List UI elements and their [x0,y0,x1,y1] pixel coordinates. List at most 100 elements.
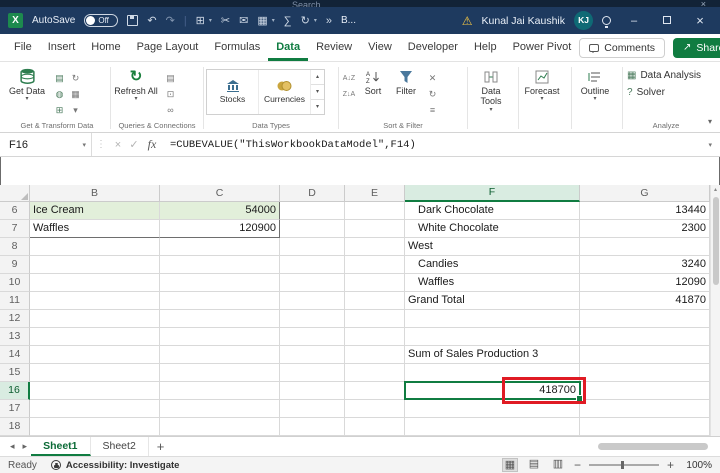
col-header-F[interactable]: F [405,185,580,202]
redo-icon[interactable]: ↷ [166,14,175,28]
dropdown-icon[interactable]: ▾ [314,17,317,24]
cell[interactable] [345,220,405,238]
save-icon[interactable] [127,15,138,26]
cell-F9[interactable]: Candies [405,256,580,274]
queries-connections-icon[interactable]: ▤ [163,71,178,86]
row-header-17[interactable]: 17 [0,400,30,418]
vertical-scroll-thumb[interactable] [713,197,719,285]
collapse-ribbon-icon[interactable]: ▾ [708,117,712,126]
row-header-18[interactable]: 18 [0,418,30,436]
tab-page-layout[interactable]: Page Layout [129,34,207,61]
tab-help[interactable]: Help [466,34,505,61]
cell[interactable] [580,364,710,382]
name-box[interactable]: F16 ▾ [0,133,92,156]
warning-icon[interactable]: ⚠ [462,14,473,28]
normal-view-icon[interactable]: ▦ [502,458,518,472]
sort-za-icon[interactable]: Z↓A [341,87,357,102]
get-data-button[interactable]: Get Data ▾ [6,67,48,103]
cell[interactable] [280,382,345,400]
zoom-slider[interactable] [589,464,659,466]
more-commands-icon[interactable]: » [326,14,332,28]
refresh-all-button[interactable]: ↻ Refresh All ▾ [113,67,159,103]
cell[interactable] [405,364,580,382]
cell[interactable] [580,346,710,364]
autosave-toggle[interactable]: Off [84,14,118,27]
cell[interactable] [30,292,160,310]
cell[interactable] [280,328,345,346]
cell-G10[interactable]: 12090 [580,274,710,292]
vertical-scrollbar[interactable]: ▴ [710,185,720,436]
sheet-nav-right-icon[interactable]: ▸ [19,437,32,456]
row-header-10[interactable]: 10 [0,274,30,292]
horizontal-scrollbar[interactable] [598,443,708,450]
cell[interactable] [345,274,405,292]
mail-icon[interactable]: ✉ [239,14,248,28]
cell-G6[interactable]: 13440 [580,202,710,220]
row-header-16[interactable]: 16 [0,382,30,400]
dropdown-icon[interactable]: ▾ [209,17,212,24]
gallery-more-icon[interactable]: ▾ [311,100,324,114]
cell-G7[interactable]: 2300 [580,220,710,238]
data-analysis-button[interactable]: ▦ Data Analysis [625,67,703,84]
cancel-icon[interactable]: × [110,139,126,151]
cell[interactable] [345,310,405,328]
tab-formulas[interactable]: Formulas [206,34,268,61]
page-break-view-icon[interactable]: ▥ [550,458,566,472]
gallery-down-icon[interactable]: ▾ [311,85,324,100]
advanced-filter-icon[interactable]: ≡ [425,103,440,118]
col-header-G[interactable]: G [580,185,710,202]
cell[interactable] [345,382,405,400]
tab-file[interactable]: File [6,34,40,61]
cell[interactable] [280,274,345,292]
cell[interactable] [345,256,405,274]
tab-home[interactable]: Home [83,34,128,61]
cell-B7[interactable]: Waffles [30,220,160,238]
clear-filter-icon[interactable]: ✕ [425,71,440,86]
cell-F6[interactable]: Dark Chocolate [405,202,580,220]
cell[interactable] [280,202,345,220]
cell-F7[interactable]: White Chocolate [405,220,580,238]
restore-button[interactable] [655,15,679,27]
cell[interactable] [160,418,280,436]
clipboard-icon[interactable]: ⊞ [196,14,205,28]
autosum-icon[interactable]: ∑ [284,14,292,28]
cell[interactable] [160,292,280,310]
cell[interactable] [580,382,710,400]
from-text-csv-icon[interactable]: ▤ [52,71,67,86]
stocks-button[interactable]: Stocks [207,70,259,114]
tab-developer[interactable]: Developer [400,34,466,61]
excel-logo-icon[interactable]: X [8,13,23,28]
table-icon[interactable]: ▦ [257,14,267,28]
insert-function-button[interactable]: fx [142,137,162,152]
cell[interactable] [280,418,345,436]
outline-button[interactable]: Outline ▾ [574,67,616,103]
cell[interactable] [30,418,160,436]
data-tools-button[interactable]: Data Tools ▾ [470,67,512,114]
tab-data[interactable]: Data [268,34,308,61]
expand-formula-bar-icon[interactable]: ▾ [700,141,720,149]
minimize-button[interactable]: – [622,15,646,27]
workbook-links-icon[interactable]: ∞ [163,103,178,118]
cell[interactable] [345,400,405,418]
select-all-corner[interactable] [0,185,30,202]
gallery-up-icon[interactable]: ▴ [311,70,324,85]
cell[interactable] [30,346,160,364]
cell[interactable] [160,382,280,400]
cell[interactable] [580,328,710,346]
reapply-icon[interactable]: ↻ [425,87,440,102]
qat-overflow-label[interactable]: B... [341,15,356,26]
avatar[interactable]: KJ [574,11,593,30]
from-web-icon[interactable]: ◍ [52,87,67,102]
zoom-slider-thumb[interactable] [621,461,624,469]
cell[interactable] [345,238,405,256]
cell[interactable] [280,364,345,382]
chevron-down-icon[interactable]: ▾ [68,103,83,118]
existing-connections-icon[interactable]: ▦ [68,87,83,102]
cell[interactable] [405,310,580,328]
tab-view[interactable]: View [360,34,400,61]
cell[interactable] [30,238,160,256]
tab-review[interactable]: Review [308,34,360,61]
close-button[interactable]: × [688,13,712,28]
sheet-tab-sheet1[interactable]: Sheet1 [31,437,90,456]
row-header-12[interactable]: 12 [0,310,30,328]
